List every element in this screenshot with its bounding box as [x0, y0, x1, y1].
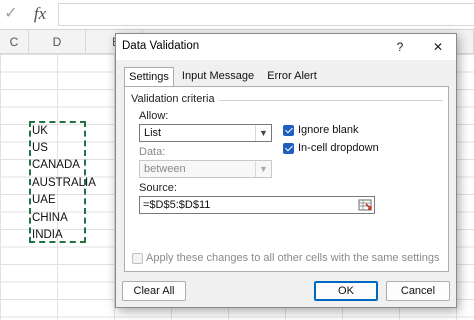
cell-d6[interactable]: US: [32, 141, 48, 155]
help-button[interactable]: ?: [391, 38, 409, 56]
source-value: =$D$5:$D$11: [143, 199, 211, 211]
settings-panel: Validation criteria Allow: List ▼ Data: …: [124, 86, 449, 272]
incell-dropdown-checkbox[interactable]: [283, 143, 294, 154]
cell-d11[interactable]: INDIA: [32, 228, 63, 242]
allow-dropdown[interactable]: List ▼: [139, 124, 272, 142]
ignore-blank-checkbox[interactable]: [283, 125, 294, 136]
data-validation-dialog: Data Validation ? ✕ Settings Input Messa…: [115, 33, 457, 308]
source-label: Source:: [139, 182, 177, 194]
group-divider: [217, 100, 443, 101]
source-input[interactable]: =$D$5:$D$11: [139, 196, 375, 214]
ignore-blank-label[interactable]: Ignore blank: [298, 124, 359, 136]
column-header-c[interactable]: C: [0, 30, 29, 54]
column-header-d[interactable]: D: [29, 30, 86, 54]
apply-all-checkbox: [132, 253, 143, 264]
chevron-down-icon[interactable]: ▼: [255, 125, 271, 141]
cancel-button[interactable]: Cancel: [386, 281, 450, 301]
tab-settings[interactable]: Settings: [124, 67, 174, 87]
enter-check-icon[interactable]: ✓: [2, 4, 20, 24]
close-button[interactable]: ✕: [429, 38, 447, 56]
data-label: Data:: [139, 146, 166, 158]
insert-function-button[interactable]: fx: [30, 2, 50, 26]
apply-all-label: Apply these changes to all other cells w…: [146, 252, 440, 264]
incell-dropdown-label[interactable]: In-cell dropdown: [298, 142, 379, 154]
formula-bar: ✓ fx: [0, 0, 474, 30]
cell-d7[interactable]: CANADA: [32, 158, 80, 172]
allow-label: Allow:: [139, 110, 169, 122]
tab-error-alert[interactable]: Error Alert: [260, 67, 324, 86]
tab-input-message[interactable]: Input Message: [178, 67, 258, 86]
dialog-titlebar[interactable]: Data Validation ? ✕: [116, 34, 456, 60]
cell-d8[interactable]: AUSTRALIA: [32, 176, 96, 190]
cell-d5[interactable]: UK: [32, 124, 48, 138]
dialog-title: Data Validation: [122, 40, 200, 52]
allow-value: List: [144, 127, 162, 139]
clear-all-button[interactable]: Clear All: [122, 281, 186, 301]
cell-d10[interactable]: CHINA: [32, 211, 68, 225]
data-dropdown: between ▼: [139, 160, 272, 178]
range-selector-icon[interactable]: [358, 198, 373, 212]
formula-input[interactable]: [58, 3, 474, 26]
data-value: between: [144, 163, 186, 175]
validation-criteria-heading: Validation criteria: [131, 93, 219, 105]
cell-d9[interactable]: UAE: [32, 193, 56, 207]
chevron-down-icon: ▼: [255, 161, 271, 177]
ok-button[interactable]: OK: [314, 281, 378, 301]
